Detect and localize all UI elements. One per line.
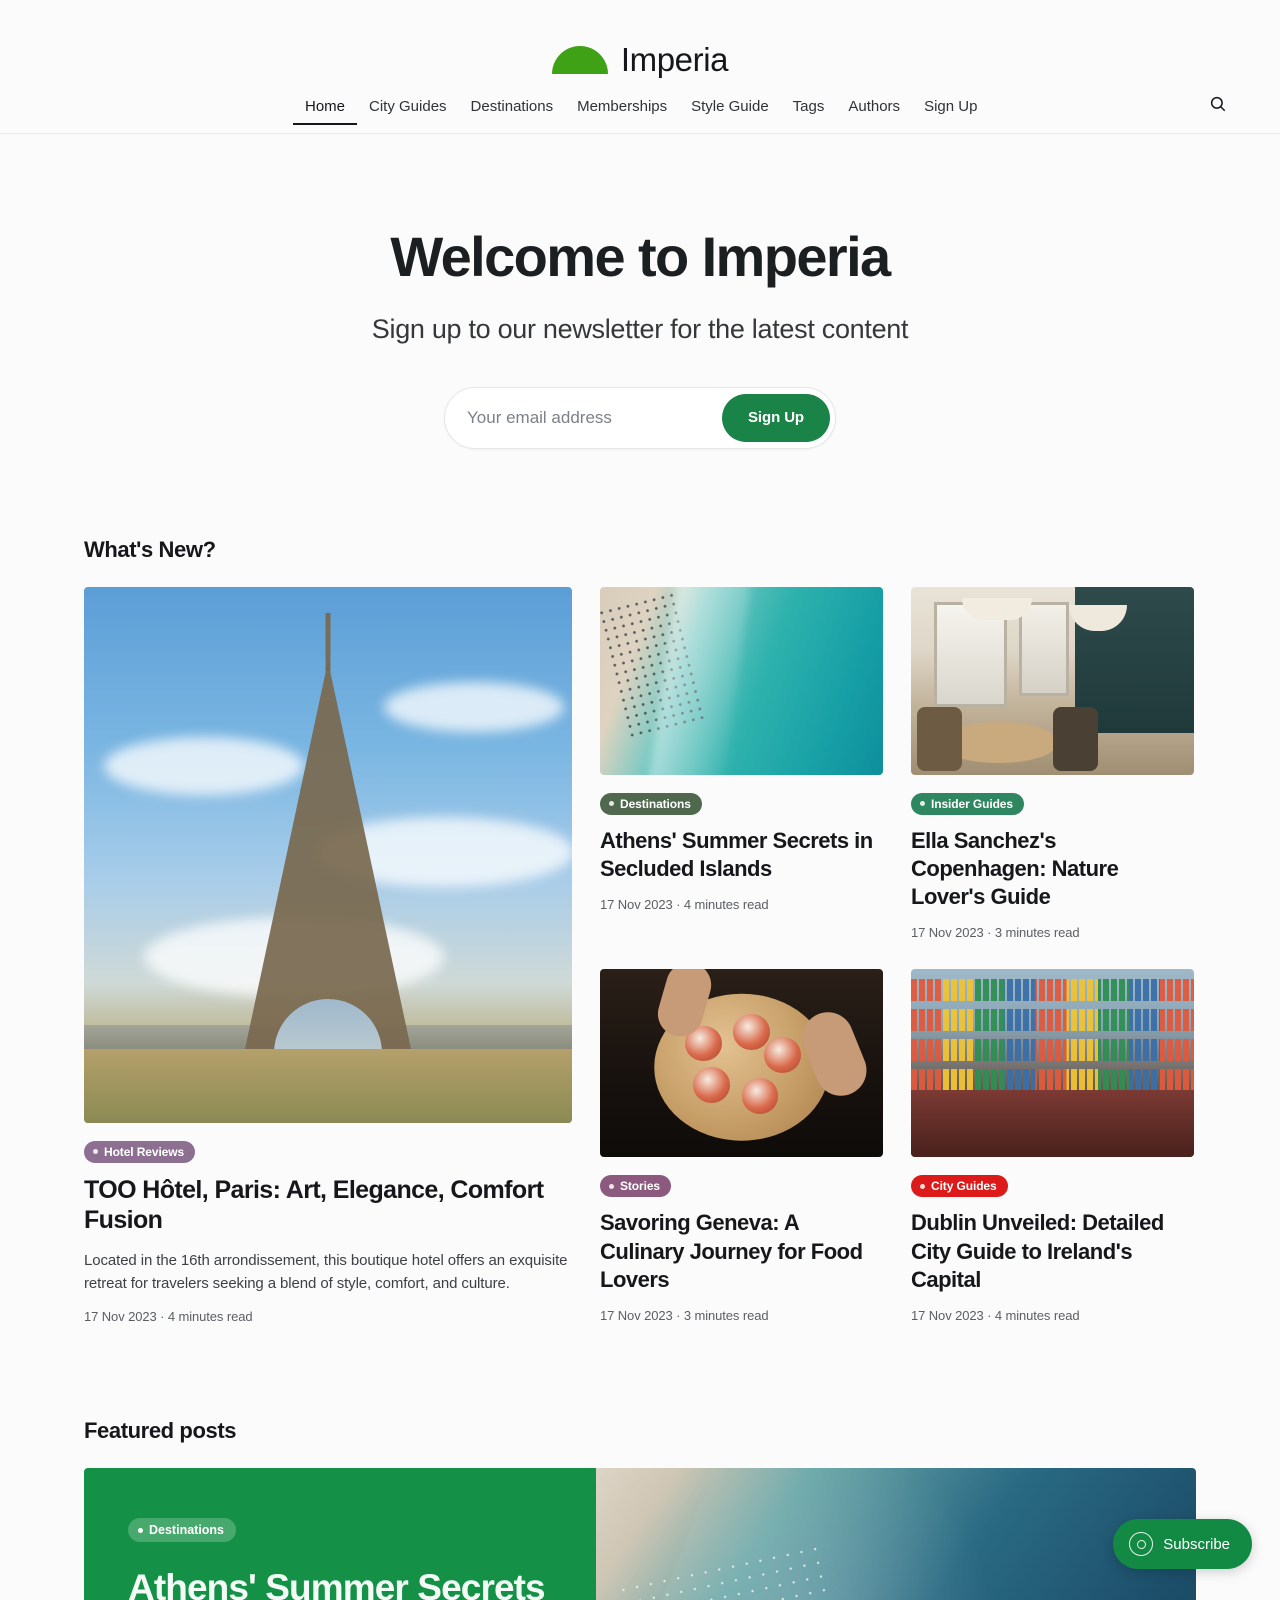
post-title: Savoring Geneva: A Culinary Journey for …: [600, 1210, 863, 1292]
site-title: Imperia: [620, 41, 729, 78]
post-badge-city-guides[interactable]: City Guides: [911, 1175, 1008, 1198]
badge-label: City Guides: [931, 1179, 997, 1194]
news-grid: Hotel Reviews TOO Hôtel, Paris: Art, Ele…: [84, 586, 1196, 1325]
post-meta: 17 Nov 2023 · 4 minutes read: [84, 1309, 253, 1325]
post-badge-stories[interactable]: Stories: [600, 1175, 671, 1198]
badge-label: Insider Guides: [931, 796, 1013, 811]
featured-post-title: Athens' Summer Secrets in Secluded: [128, 1567, 546, 1600]
badge-dot-icon: [920, 1183, 925, 1189]
subscribe-floating-button[interactable]: Subscribe: [1113, 1519, 1252, 1569]
post-title: TOO Hôtel, Paris: Art, Elegance, Comfort…: [84, 1175, 544, 1235]
nav-item-home[interactable]: Home: [293, 99, 358, 125]
featured-heading: Featured posts: [84, 1418, 237, 1444]
post-card-dublin[interactable]: City Guides Dublin Unveiled: Detailed Ci…: [911, 969, 1194, 1324]
post-badge-insider-guides[interactable]: Insider Guides: [911, 792, 1024, 815]
post-image-eiffel-tower-paris: [84, 586, 572, 1123]
nav-links: Home City Guides Destinations Membership…: [293, 99, 989, 125]
post-meta: 17 Nov 2023 · 3 minutes read: [600, 1307, 769, 1323]
nav-item-authors[interactable]: Authors: [836, 99, 912, 125]
nav-item-tags[interactable]: Tags: [781, 99, 837, 125]
post-title: Ella Sanchez's Copenhagen: Nature Lover'…: [911, 827, 1119, 909]
badge-dot-icon: [920, 801, 925, 807]
featured-card-content: Destinations Athens' Summer Secrets in S…: [84, 1468, 596, 1600]
post-badge-hotel-reviews[interactable]: Hotel Reviews: [84, 1140, 196, 1163]
post-card-athens[interactable]: Destinations Athens' Summer Secrets in S…: [600, 586, 883, 942]
whats-new-section: What's New? Hotel Reviews TOO Hôtel, Par…: [84, 449, 1196, 1325]
post-meta: 17 Nov 2023 · 4 minutes read: [911, 1307, 1080, 1323]
badge-label: Stories: [620, 1179, 660, 1194]
badge-dot-icon: [609, 801, 614, 807]
subscribe-circle-icon: [1129, 1532, 1154, 1556]
post-card-main[interactable]: Hotel Reviews TOO Hôtel, Paris: Art, Ele…: [84, 586, 572, 1325]
whats-new-heading: What's New?: [84, 536, 216, 562]
post-meta: 17 Nov 2023 · 3 minutes read: [911, 925, 1080, 941]
hero-subtitle: Sign up to our newsletter for the latest…: [371, 313, 909, 344]
email-input[interactable]: [445, 387, 723, 448]
nav-item-memberships[interactable]: Memberships: [565, 99, 679, 125]
badge-dot-icon: [138, 1527, 143, 1533]
signup-button[interactable]: Sign Up: [722, 393, 830, 442]
post-image-aerial-beach-turquoise: [600, 586, 883, 775]
site-logo[interactable]: Imperia: [0, 30, 1280, 90]
post-title: Dublin Unveiled: Detailed City Guide to …: [911, 1210, 1164, 1292]
featured-post-card[interactable]: Destinations Athens' Summer Secrets in S…: [84, 1468, 1196, 1600]
post-title: Athens' Summer Secrets in Secluded Islan…: [600, 827, 873, 881]
post-card-geneva[interactable]: Stories Savoring Geneva: A Culinary Jour…: [600, 969, 883, 1324]
post-card-copenhagen[interactable]: Insider Guides Ella Sanchez's Copenhagen…: [911, 586, 1194, 942]
nav-item-sign-up[interactable]: Sign Up: [912, 99, 989, 125]
badge-dot-icon: [609, 1183, 614, 1189]
nav-item-destinations[interactable]: Destinations: [459, 99, 566, 125]
post-image-cafe-interior-copenhagen: [911, 586, 1194, 775]
post-badge-destinations[interactable]: Destinations: [600, 792, 702, 815]
page-title: Welcome to Imperia: [390, 225, 891, 288]
post-meta: 17 Nov 2023 · 4 minutes read: [600, 896, 769, 912]
badge-label: Hotel Reviews: [104, 1144, 185, 1159]
post-excerpt: Located in the 16th arrondissement, this…: [84, 1251, 568, 1292]
nav-item-city-guides[interactable]: City Guides: [357, 99, 459, 125]
subscribe-label: Subscribe: [1163, 1535, 1230, 1553]
search-icon[interactable]: [1206, 92, 1230, 116]
newsletter-signup-form: Sign Up: [444, 386, 836, 449]
page-root: Imperia Home City Guides Destinations Me…: [0, 0, 1280, 1600]
post-image-dublin-bunting-street: [911, 969, 1194, 1158]
featured-badge-destinations[interactable]: Destinations: [128, 1518, 237, 1543]
featured-image-aerial-coast-dark-water: [596, 1468, 1196, 1600]
badge-label: Destinations: [149, 1523, 225, 1538]
half-dome-logo-icon: [551, 46, 608, 74]
featured-posts-section: Featured posts Destinations Athens' Summ…: [84, 1324, 1196, 1600]
main-navigation: Home City Guides Destinations Membership…: [0, 90, 1280, 134]
hero-section: Welcome to Imperia Sign up to our newsle…: [0, 134, 1280, 449]
badge-label: Destinations: [620, 796, 691, 811]
badge-dot-icon: [93, 1149, 98, 1155]
site-header: Imperia Home City Guides Destinations Me…: [0, 0, 1280, 134]
nav-item-style-guide[interactable]: Style Guide: [679, 99, 781, 125]
post-image-food-platter-hands: [600, 969, 883, 1158]
